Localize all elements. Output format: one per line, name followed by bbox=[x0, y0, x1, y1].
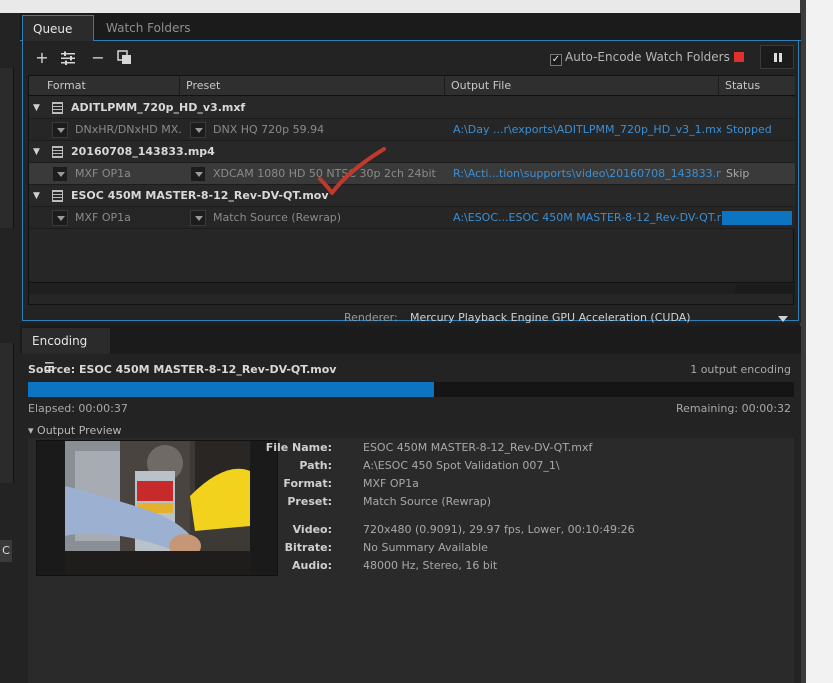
tab-queue-label: Queue bbox=[33, 22, 73, 36]
encoding-panel: Encoding ☰ Source: ESOC 450M MASTER-8-12… bbox=[20, 326, 801, 683]
output-preview-toggle[interactable]: ▾ Output Preview bbox=[28, 424, 122, 437]
queue-source-row[interactable]: ▼ 20160708_143833.mp4 bbox=[29, 141, 795, 163]
queue-table: Format Preset Output File Status ▼ ADITL… bbox=[28, 75, 795, 305]
info-key: Path: bbox=[299, 459, 332, 472]
output-count: 1 output encoding bbox=[690, 363, 791, 376]
settings-icon[interactable] bbox=[59, 49, 77, 67]
source-name: ESOC 450M MASTER-8-12_Rev-DV-QT.mov bbox=[71, 189, 329, 202]
file-icon bbox=[52, 146, 63, 158]
dropdown-icon[interactable] bbox=[190, 210, 206, 226]
checkmark-annotation bbox=[318, 147, 386, 195]
chevron-down-icon[interactable] bbox=[778, 316, 788, 322]
file-icon bbox=[52, 190, 63, 202]
encoding-progress-bar bbox=[28, 382, 794, 397]
output-preview-label: Output Preview bbox=[37, 424, 122, 437]
column-header-status[interactable]: Status bbox=[718, 76, 795, 96]
elapsed-time: Elapsed: 00:00:37 bbox=[28, 402, 128, 415]
queue-toolbar: + − ✓ Auto-Encode Watch Folders bbox=[23, 41, 798, 75]
pause-button[interactable] bbox=[760, 45, 794, 69]
status-cell: Skip bbox=[726, 167, 750, 180]
info-key: Format: bbox=[283, 477, 332, 490]
tab-encoding[interactable]: Encoding ☰ bbox=[22, 328, 110, 374]
table-header: Format Preset Output File Status bbox=[29, 76, 795, 96]
column-header-format[interactable]: Format bbox=[41, 76, 181, 96]
horizontal-scrollbar[interactable] bbox=[29, 282, 795, 294]
info-key: Preset: bbox=[287, 495, 332, 508]
preset-cell[interactable]: DNX HQ 720p 59.94 bbox=[213, 119, 438, 141]
info-value: MXF OP1a bbox=[363, 477, 419, 490]
queue-source-row[interactable]: ▼ ADITLPMM_720p_HD_v3.mxf bbox=[29, 97, 795, 119]
disclosure-triangle-icon[interactable]: ▼ bbox=[33, 97, 40, 119]
column-header-preset[interactable]: Preset bbox=[179, 76, 444, 96]
duplicate-icon[interactable] bbox=[116, 49, 134, 67]
queue-content: + − ✓ Auto-Encode Watch Folders Format Pr… bbox=[22, 41, 799, 324]
status-progress-bar bbox=[722, 211, 792, 225]
queue-tab-bar: Queue ☰ Watch Folders bbox=[20, 13, 801, 62]
desktop-background bbox=[800, 0, 833, 683]
remaining-time: Remaining: 00:00:32 bbox=[675, 402, 791, 415]
disclosure-triangle-icon[interactable]: ▼ bbox=[33, 185, 40, 207]
scrollbar-thumb[interactable] bbox=[735, 285, 795, 294]
dropdown-icon[interactable] bbox=[52, 166, 68, 182]
pause-icon bbox=[774, 53, 777, 62]
format-cell[interactable]: MXF OP1a bbox=[75, 207, 183, 229]
left-panel-segment bbox=[0, 343, 14, 483]
queue-source-row[interactable]: ▼ ESOC 450M MASTER-8-12_Rev-DV-QT.mov bbox=[29, 185, 795, 207]
info-value: 48000 Hz, Stereo, 16 bit bbox=[363, 559, 498, 572]
queue-panel: Queue ☰ Watch Folders + − ✓Auto-Encode W… bbox=[20, 13, 801, 324]
info-value: ESOC 450M MASTER-8-12_Rev-DV-QT.mxf bbox=[363, 441, 593, 454]
info-value: No Summary Available bbox=[363, 541, 488, 554]
auto-encode-label: Auto-Encode Watch Folders bbox=[565, 50, 730, 64]
tab-queue[interactable]: Queue ☰ bbox=[22, 15, 94, 62]
stop-icon[interactable] bbox=[734, 52, 744, 62]
preview-thumbnail bbox=[65, 441, 250, 575]
output-file-link[interactable]: A:\Day ...r\exports\ADITLPMM_720p_HD_v3_… bbox=[453, 119, 721, 141]
top-window-strip bbox=[0, 0, 800, 13]
left-panel-chip[interactable]: C bbox=[0, 540, 12, 562]
column-header-output-file[interactable]: Output File bbox=[444, 76, 720, 96]
source-name: ADITLPMM_720p_HD_v3.mxf bbox=[71, 101, 246, 114]
disclosure-triangle-icon[interactable]: ▼ bbox=[33, 141, 40, 163]
auto-encode-checkbox[interactable]: ✓ bbox=[550, 54, 562, 66]
add-icon[interactable]: + bbox=[33, 49, 51, 67]
info-key: File Name: bbox=[265, 441, 332, 454]
dropdown-icon[interactable] bbox=[190, 122, 206, 138]
left-panel-segment bbox=[0, 68, 14, 228]
tab-encoding-label: Encoding bbox=[32, 334, 88, 348]
queue-output-row[interactable]: DNxHR/DNxHD MX... DNX HQ 720p 59.94 A:\D… bbox=[29, 119, 795, 141]
left-panel-edge bbox=[0, 13, 20, 683]
dropdown-icon[interactable] bbox=[52, 210, 68, 226]
encoding-source: Source: ESOC 450M MASTER-8-12_Rev-DV-QT.… bbox=[28, 363, 337, 376]
renderer-label: Renderer: bbox=[344, 311, 398, 324]
queue-output-row[interactable]: MXF OP1a Match Source (Rewrap) A:\ESOC..… bbox=[29, 207, 795, 229]
info-value: A:\ESOC 450 Spot Validation 007_1\ bbox=[363, 459, 560, 472]
queue-output-row[interactable]: MXF OP1a XDCAM 1080 HD 50 NTSC 30p 2ch 2… bbox=[29, 163, 795, 185]
preset-cell[interactable]: Match Source (Rewrap) bbox=[213, 207, 438, 229]
encoding-progress-fill bbox=[28, 382, 434, 397]
source-name: 20160708_143833.mp4 bbox=[71, 145, 215, 158]
tab-watch-folders[interactable]: Watch Folders bbox=[96, 15, 201, 41]
info-key: Audio: bbox=[292, 559, 332, 572]
dropdown-icon[interactable] bbox=[52, 122, 68, 138]
format-cell[interactable]: MXF OP1a bbox=[75, 163, 183, 185]
tab-watch-folders-label: Watch Folders bbox=[106, 21, 191, 35]
info-value: 720x480 (0.9091), 29.97 fps, Lower, 00:1… bbox=[363, 523, 635, 536]
encoding-tab-bar: Encoding ☰ bbox=[20, 326, 801, 374]
pause-icon bbox=[779, 53, 782, 62]
renderer-select[interactable]: Mercury Playback Engine GPU Acceleration… bbox=[410, 311, 691, 324]
auto-encode-toggle[interactable]: ✓ Auto-Encode Watch Folders bbox=[550, 50, 730, 66]
format-cell[interactable]: DNxHR/DNxHD MX... bbox=[75, 119, 183, 141]
output-file-link[interactable]: R:\Acti...tion\supports\video\20160708_1… bbox=[453, 163, 721, 185]
dropdown-icon[interactable] bbox=[190, 166, 206, 182]
status-cell: Stopped bbox=[726, 123, 772, 136]
remove-icon[interactable]: − bbox=[89, 49, 107, 67]
info-key: Video: bbox=[292, 523, 332, 536]
info-key: Bitrate: bbox=[284, 541, 332, 554]
output-file-link[interactable]: A:\ESOC...ESOC 450M MASTER-8-12_Rev-DV-Q… bbox=[453, 207, 721, 229]
output-preview: File Name: ESOC 450M MASTER-8-12_Rev-DV-Q… bbox=[28, 438, 794, 683]
file-icon bbox=[52, 102, 63, 114]
info-value: Match Source (Rewrap) bbox=[363, 495, 492, 508]
